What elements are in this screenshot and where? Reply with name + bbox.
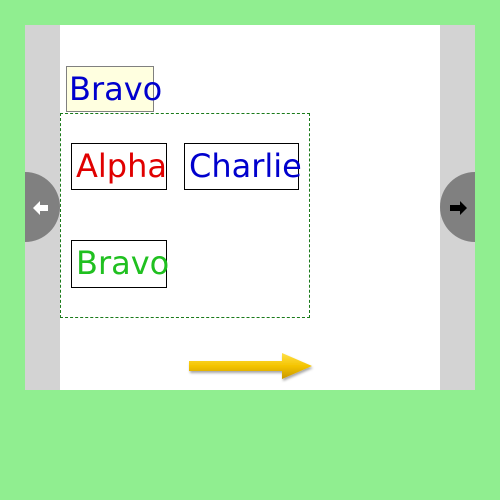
submit-arrow-button[interactable] <box>186 351 316 383</box>
prev-button[interactable] <box>25 172 60 242</box>
word-card-label: Alpha <box>76 147 167 185</box>
arrow-right-icon <box>450 201 467 215</box>
word-card-label: Charlie <box>189 147 302 185</box>
target-word: Bravo <box>69 70 163 108</box>
stage: Bravo Alpha Charlie Bravo <box>0 0 500 500</box>
target-word-box: Bravo <box>66 66 162 112</box>
next-button[interactable] <box>440 172 475 242</box>
word-card-bravo[interactable]: Bravo <box>71 240 170 288</box>
yellow-arrow-icon <box>189 353 312 379</box>
arrow-left-icon <box>33 201 48 215</box>
word-card-charlie[interactable]: Charlie <box>184 143 302 190</box>
word-card-label: Bravo <box>76 244 170 282</box>
word-card-alpha[interactable]: Alpha <box>71 143 167 190</box>
